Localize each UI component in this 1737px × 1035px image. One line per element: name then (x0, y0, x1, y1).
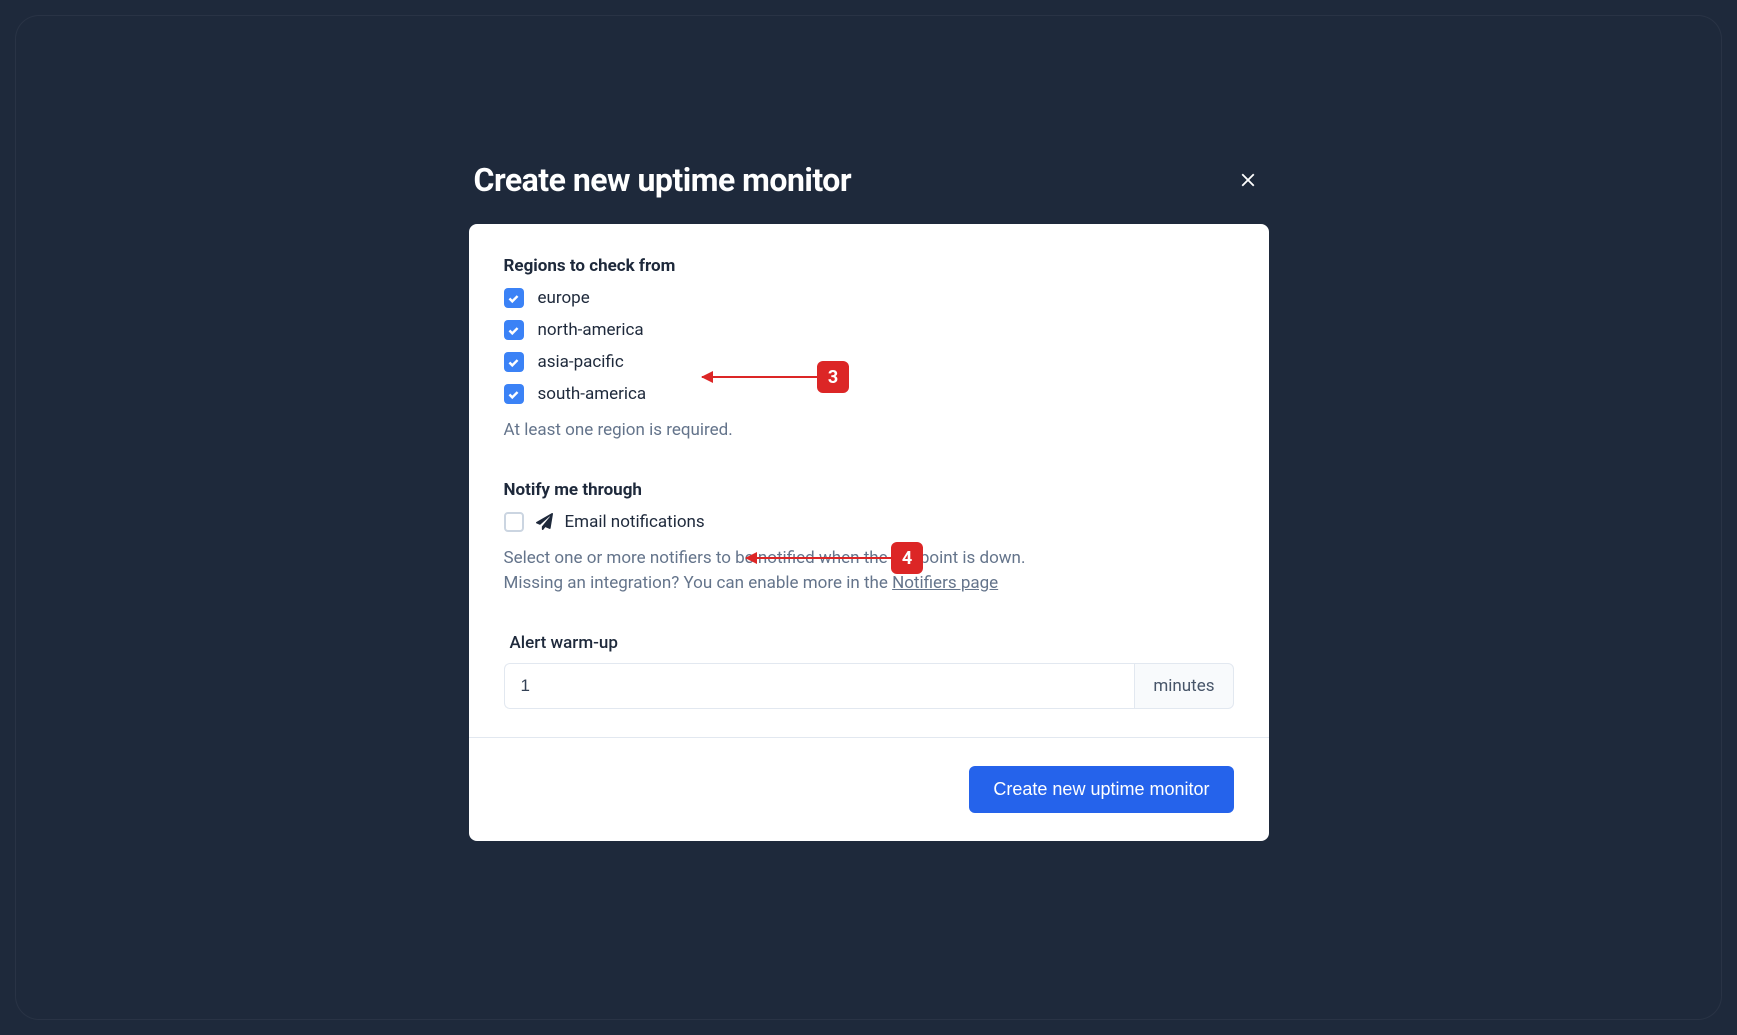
modal-wrapper: Create new uptime monitor Regions to che… (469, 161, 1269, 841)
checkbox-icon (504, 288, 524, 308)
modal-body: Regions to check from europe (469, 224, 1269, 841)
notify-section: Notify me through Email notifications Se… (504, 480, 1234, 597)
notify-checkbox-email[interactable]: Email notifications (504, 512, 1234, 532)
checkbox-icon (504, 320, 524, 340)
region-checkbox-asia-pacific[interactable]: asia-pacific (504, 352, 1234, 372)
checkbox-icon (504, 512, 524, 532)
checkbox-icon (504, 384, 524, 404)
modal-content: Regions to check from europe (469, 224, 1269, 737)
modal-footer: Create new uptime monitor (469, 737, 1269, 841)
notify-item-label: Email notifications (565, 512, 705, 532)
region-checkbox-south-america[interactable]: south-america (504, 384, 1234, 404)
regions-section: Regions to check from europe (504, 256, 1234, 444)
regions-checkbox-list: europe north-america (504, 288, 1234, 404)
notify-helper-line1: Select one or more notifiers to be notif… (504, 548, 1026, 568)
checkbox-label: asia-pacific (538, 352, 624, 372)
submit-button[interactable]: Create new uptime monitor (969, 766, 1233, 813)
notifiers-page-link[interactable]: Notifiers page (892, 573, 998, 593)
modal-title: Create new uptime monitor (474, 161, 852, 199)
alert-warmup-input[interactable] (504, 663, 1135, 709)
checkbox-label: north-america (538, 320, 644, 340)
notify-helper-text: Select one or more notifiers to be notif… (504, 546, 1234, 597)
modal-header: Create new uptime monitor (469, 161, 1269, 199)
page-background: Create new uptime monitor Regions to che… (15, 15, 1722, 1020)
paper-plane-icon (536, 513, 553, 530)
checkbox-label: europe (538, 288, 590, 308)
close-icon (1237, 169, 1259, 191)
alert-warmup-input-group: minutes (504, 663, 1234, 709)
alert-warmup-unit: minutes (1134, 663, 1233, 709)
region-checkbox-north-america[interactable]: north-america (504, 320, 1234, 340)
notify-helper-line2-prefix: Missing an integration? You can enable m… (504, 573, 893, 593)
close-button[interactable] (1232, 164, 1264, 196)
regions-label: Regions to check from (504, 256, 1234, 276)
region-checkbox-europe[interactable]: europe (504, 288, 1234, 308)
checkbox-label: south-america (538, 384, 647, 404)
alert-warmup-label: Alert warm-up (510, 633, 1234, 653)
regions-helper-text: At least one region is required. (504, 418, 1234, 444)
notify-label: Notify me through (504, 480, 1234, 500)
checkbox-icon (504, 352, 524, 372)
